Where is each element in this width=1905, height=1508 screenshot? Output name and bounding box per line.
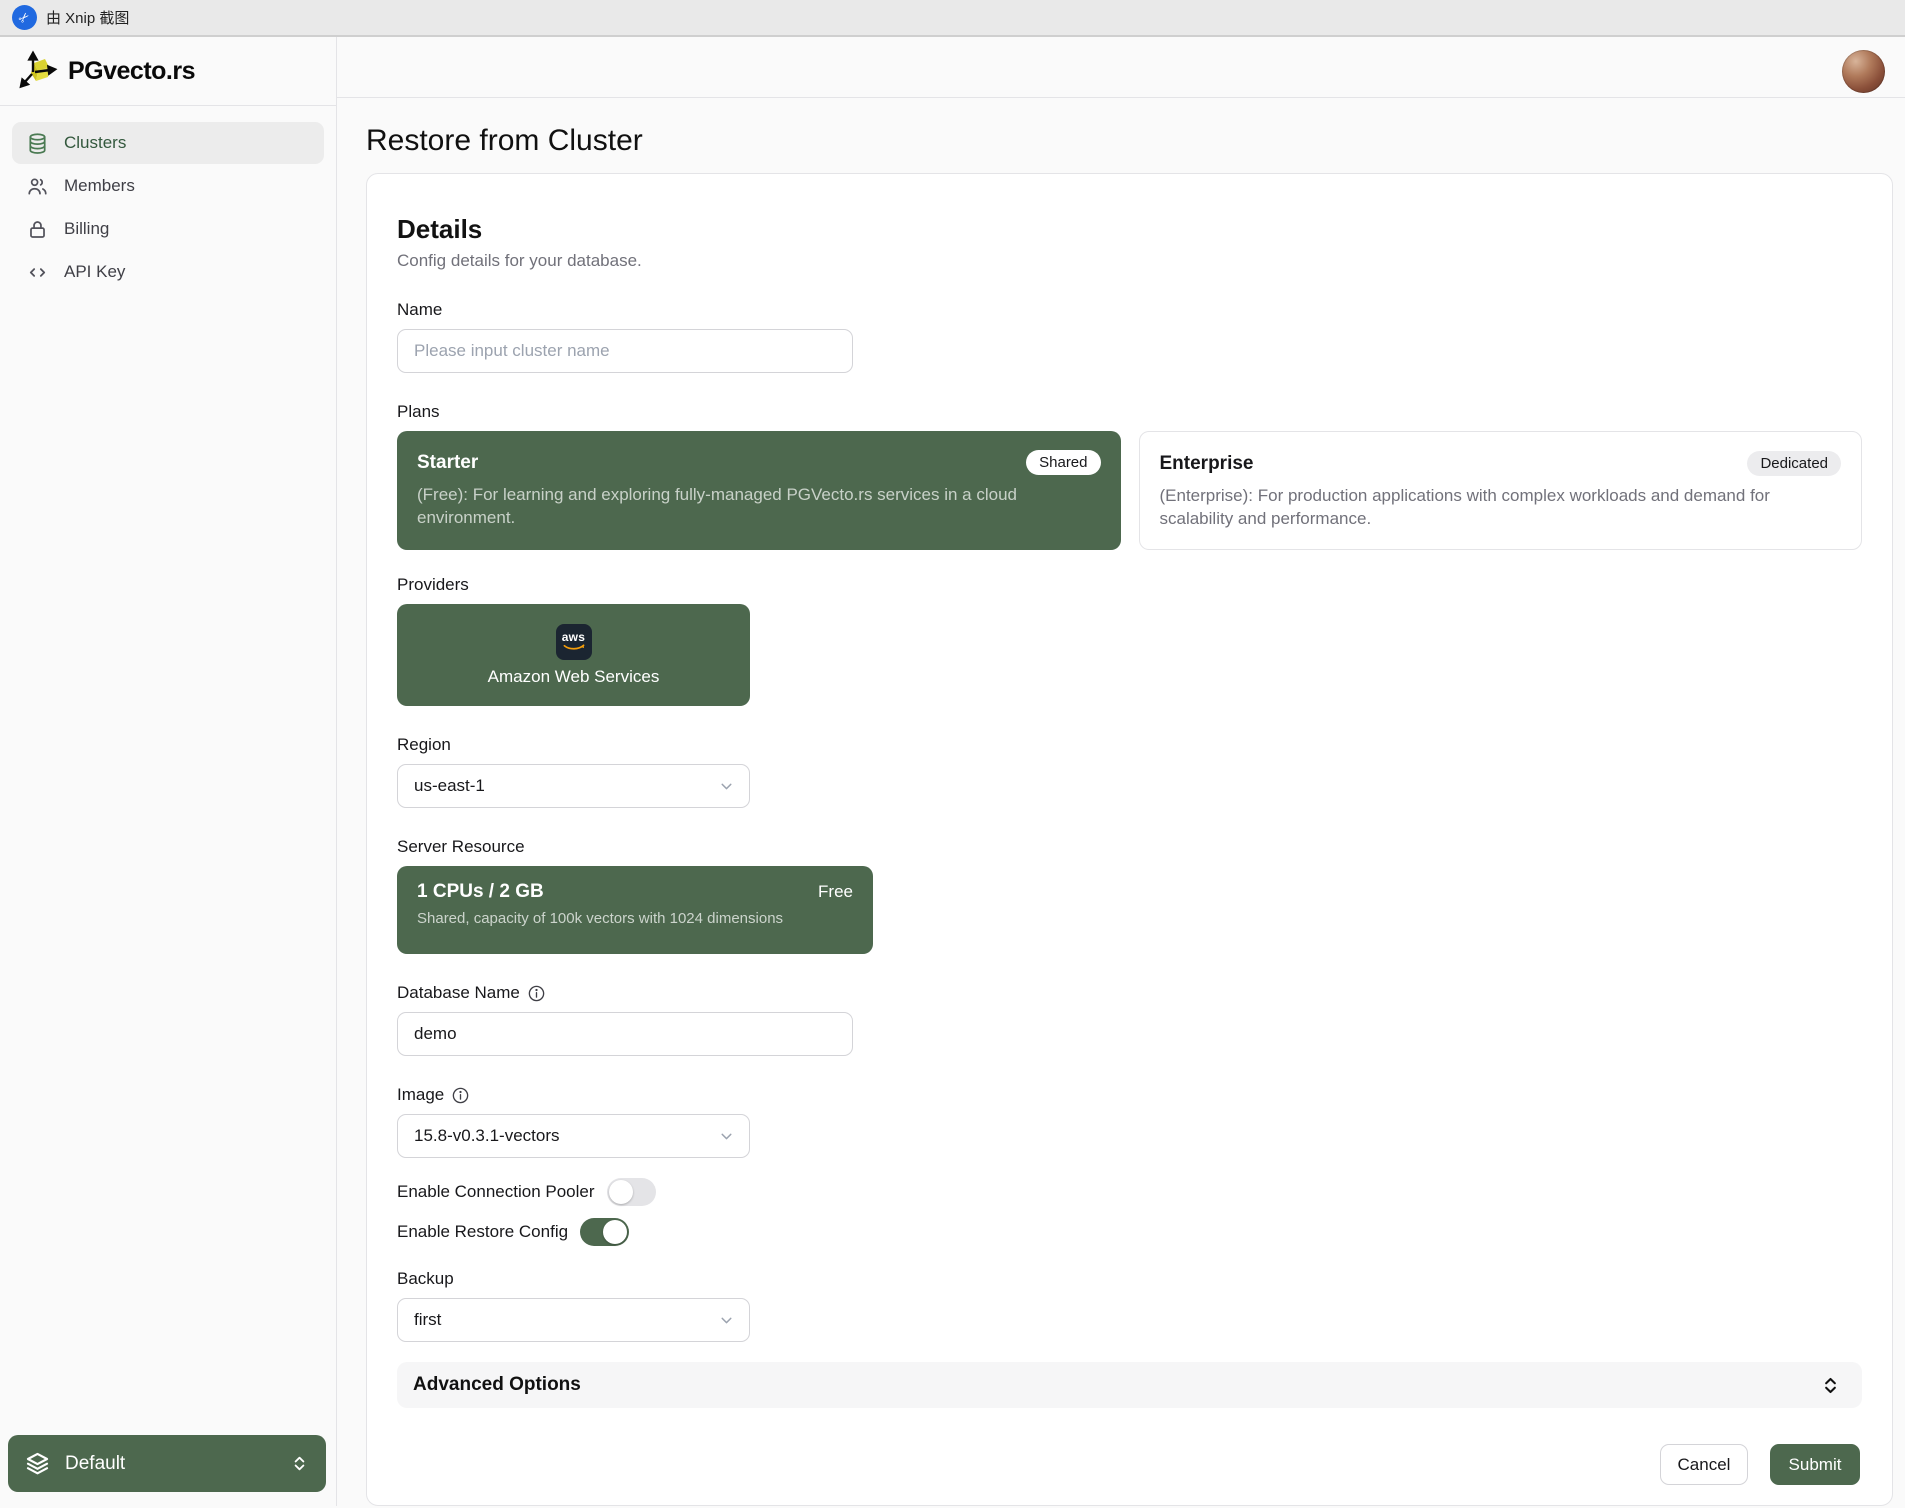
info-icon <box>451 1086 470 1105</box>
workspace-switcher[interactable]: Default <box>8 1435 326 1492</box>
plans-label: Plans <box>397 401 1862 423</box>
plan-badge: Shared <box>1026 450 1100 475</box>
server-resource-label: Server Resource <box>397 836 1862 858</box>
code-icon <box>26 261 49 284</box>
xnip-screenshot-label: 由 Xnip 截图 <box>46 7 129 28</box>
restore-config-row: Enable Restore Config <box>397 1218 1862 1246</box>
sidebar-item-api-key[interactable]: API Key <box>12 251 324 293</box>
main-header <box>337 37 1905 98</box>
chevron-down-icon <box>718 1128 735 1145</box>
info-icon <box>527 984 546 1003</box>
submit-button[interactable]: Submit <box>1770 1444 1860 1485</box>
os-topbar: ✂ 由 Xnip 截图 <box>0 0 1905 37</box>
pgvectors-logo-icon <box>18 50 60 92</box>
image-select[interactable]: 15.8-v0.3.1-vectors <box>397 1114 750 1158</box>
aws-logo-icon: aws <box>556 624 592 660</box>
name-label: Name <box>397 299 1862 321</box>
user-avatar[interactable] <box>1842 50 1885 93</box>
chevron-down-icon <box>718 1312 735 1329</box>
section-title: Details <box>397 214 1862 245</box>
backup-label: Backup <box>397 1268 1862 1290</box>
sidebar-item-label: API Key <box>64 262 125 282</box>
chevrons-up-down-icon <box>1821 1376 1840 1395</box>
plan-title: Enterprise <box>1160 453 1254 475</box>
section-subtitle: Config details for your database. <box>397 251 1862 271</box>
image-value: 15.8-v0.3.1-vectors <box>414 1126 560 1146</box>
brand-name: PGvecto.rs <box>68 57 195 86</box>
region-select[interactable]: us-east-1 <box>397 764 750 808</box>
page-content: Restore from Cluster Details Config deta… <box>337 98 1905 1506</box>
plan-badge: Dedicated <box>1747 451 1841 476</box>
region-value: us-east-1 <box>414 776 485 796</box>
connection-pooler-row: Enable Connection Pooler <box>397 1178 1862 1206</box>
details-card: Details Config details for your database… <box>366 173 1893 1506</box>
server-resource-card[interactable]: 1 CPUs / 2 GB Free Shared, capacity of 1… <box>397 866 873 954</box>
plan-title: Starter <box>417 452 478 474</box>
plan-description: (Free): For learning and exploring fully… <box>417 483 1101 529</box>
restore-config-label: Enable Restore Config <box>397 1222 568 1242</box>
users-icon <box>26 175 49 198</box>
resource-price-badge: Free <box>818 882 853 902</box>
sidebar-item-label: Members <box>64 176 135 196</box>
database-icon <box>26 132 49 155</box>
workspace-name: Default <box>65 1453 277 1475</box>
chevrons-up-down-icon <box>291 1455 308 1472</box>
backup-value: first <box>414 1310 441 1330</box>
sidebar-item-label: Billing <box>64 219 109 239</box>
plan-card-enterprise[interactable]: Enterprise Dedicated (Enterprise): For p… <box>1139 431 1863 550</box>
sidebar-item-members[interactable]: Members <box>12 165 324 207</box>
plan-card-starter[interactable]: Starter Shared (Free): For learning and … <box>397 431 1121 550</box>
provider-card-aws[interactable]: aws Amazon Web Services <box>397 604 750 706</box>
region-label: Region <box>397 734 1862 756</box>
advanced-options-toggle[interactable]: Advanced Options <box>397 1362 1862 1408</box>
connection-pooler-toggle[interactable] <box>607 1178 656 1206</box>
backup-select[interactable]: first <box>397 1298 750 1342</box>
cancel-button[interactable]: Cancel <box>1660 1444 1748 1485</box>
form-actions: Cancel Submit <box>397 1444 1862 1485</box>
layers-icon <box>24 1450 51 1477</box>
sidebar-item-label: Clusters <box>64 133 126 153</box>
provider-name: Amazon Web Services <box>488 667 660 687</box>
image-label: Image <box>397 1084 1862 1106</box>
plan-description: (Enterprise): For production application… <box>1160 484 1842 530</box>
resource-title: 1 CPUs / 2 GB <box>417 881 544 903</box>
connection-pooler-label: Enable Connection Pooler <box>397 1182 595 1202</box>
resource-description: Shared, capacity of 100k vectors with 10… <box>417 910 853 927</box>
xnip-icon: ✂ <box>12 5 37 30</box>
brand: PGvecto.rs <box>0 37 336 106</box>
providers-label: Providers <box>397 574 1862 596</box>
sidebar-item-clusters[interactable]: Clusters <box>12 122 324 164</box>
advanced-options-label: Advanced Options <box>413 1374 581 1396</box>
database-name-label: Database Name <box>397 982 1862 1004</box>
lock-icon <box>26 218 49 241</box>
main-area: Restore from Cluster Details Config deta… <box>337 37 1905 1506</box>
sidebar: PGvecto.rs Clusters Members <box>0 37 337 1506</box>
plans-options: Starter Shared (Free): For learning and … <box>397 431 1862 546</box>
sidebar-item-billing[interactable]: Billing <box>12 208 324 250</box>
sidebar-nav: Clusters Members Billing <box>0 106 336 293</box>
page-title: Restore from Cluster <box>366 124 1893 158</box>
database-name-input[interactable] <box>397 1012 853 1056</box>
cluster-name-input[interactable] <box>397 329 853 373</box>
chevron-down-icon <box>718 778 735 795</box>
restore-config-toggle[interactable] <box>580 1218 629 1246</box>
